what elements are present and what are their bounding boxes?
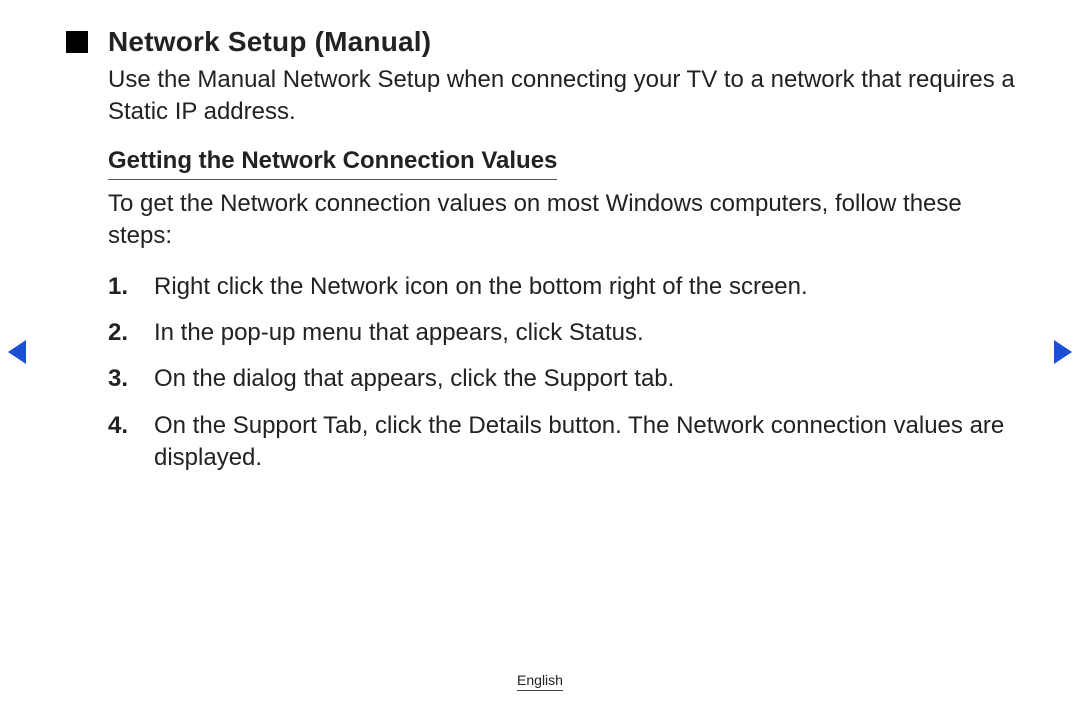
step-text: On the dialog that appears, click the Su… (154, 365, 674, 392)
section-title-row: Network Setup (Manual) (66, 26, 1030, 58)
square-bullet-icon (66, 31, 88, 53)
step-number: 4. (108, 410, 128, 442)
intro-paragraph: Use the Manual Network Setup when connec… (108, 64, 1030, 129)
footer: English (0, 672, 1080, 691)
step-text: Right click the Network icon on the bott… (154, 273, 808, 300)
subheading: Getting the Network Connection Values (108, 147, 557, 180)
language-label: English (517, 672, 563, 691)
section-title: Network Setup (Manual) (108, 26, 431, 58)
step-number: 3. (108, 363, 128, 395)
list-item: 1. Right click the Network icon on the b… (108, 271, 1030, 303)
list-item: 3. On the dialog that appears, click the… (108, 363, 1030, 395)
step-text: On the Support Tab, click the Details bu… (154, 412, 1004, 471)
steps-list: 1. Right click the Network icon on the b… (108, 271, 1030, 475)
page-nav (0, 340, 1080, 364)
subintro-paragraph: To get the Network connection values on … (108, 188, 1030, 253)
step-number: 1. (108, 271, 128, 303)
prev-page-icon[interactable] (8, 340, 26, 364)
list-item: 4. On the Support Tab, click the Details… (108, 410, 1030, 475)
next-page-icon[interactable] (1054, 340, 1072, 364)
